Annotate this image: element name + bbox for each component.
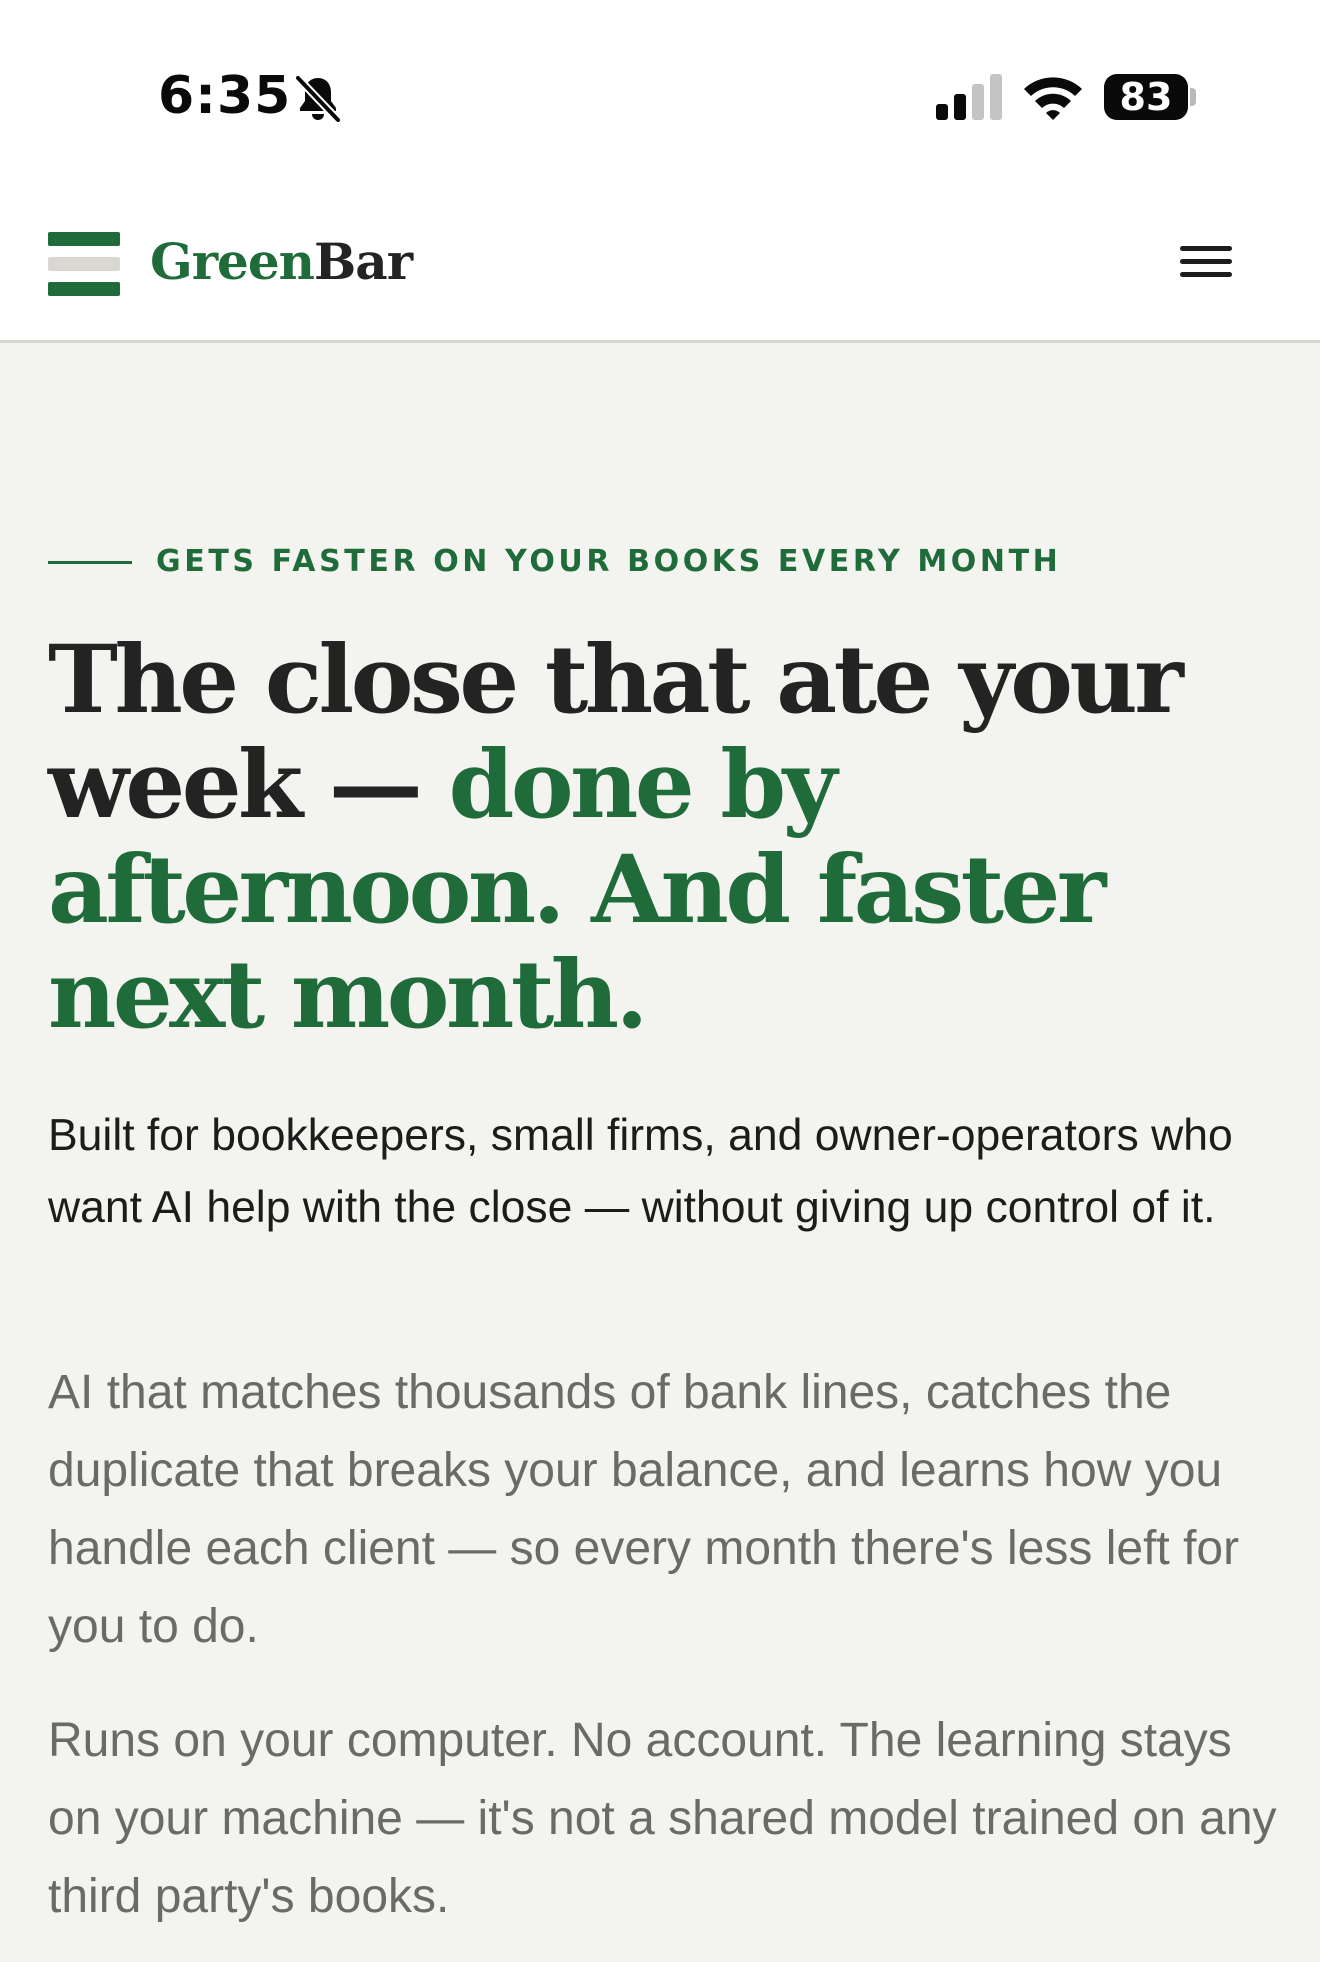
logo-bar-top	[48, 232, 120, 246]
eyebrow-text: GETS FASTER ON YOUR BOOKS EVERY MONTH	[156, 544, 1062, 579]
body-paragraph-privacy: Runs on your computer. No account. The l…	[48, 1714, 1277, 1923]
brand-name-dark: Bar	[314, 232, 413, 291]
menu-line	[1180, 272, 1232, 277]
eyebrow-rule	[48, 561, 132, 564]
headline: The close that ate your week — done by a…	[48, 628, 1228, 1048]
body-paragraph-ai: AI that matches thousands of bank lines,…	[48, 1366, 1240, 1653]
brand-name-green: Green	[150, 232, 315, 291]
wifi-icon	[1024, 77, 1082, 120]
logo-bar-middle	[48, 257, 120, 271]
battery-level: 83	[1119, 75, 1173, 119]
brand-name[interactable]: GreenBar	[150, 232, 413, 292]
status-time: 6:35	[158, 66, 292, 126]
status-bar: 6:35 83	[0, 0, 1320, 180]
hamburger-menu-icon[interactable]	[1172, 230, 1238, 292]
three-bar-logo-icon[interactable]	[48, 232, 120, 296]
menu-line	[1180, 246, 1232, 251]
battery-cap	[1190, 88, 1196, 106]
logo-bar-bottom	[48, 282, 120, 296]
lead-paragraph: Built for bookkeepers, small firms, and …	[48, 1111, 1233, 1232]
bell-slash-icon	[294, 74, 342, 124]
cellular-signal-icon	[936, 74, 1002, 120]
menu-line	[1180, 259, 1232, 264]
battery-icon: 83	[1104, 74, 1198, 120]
site-header: GreenBar	[0, 180, 1320, 343]
